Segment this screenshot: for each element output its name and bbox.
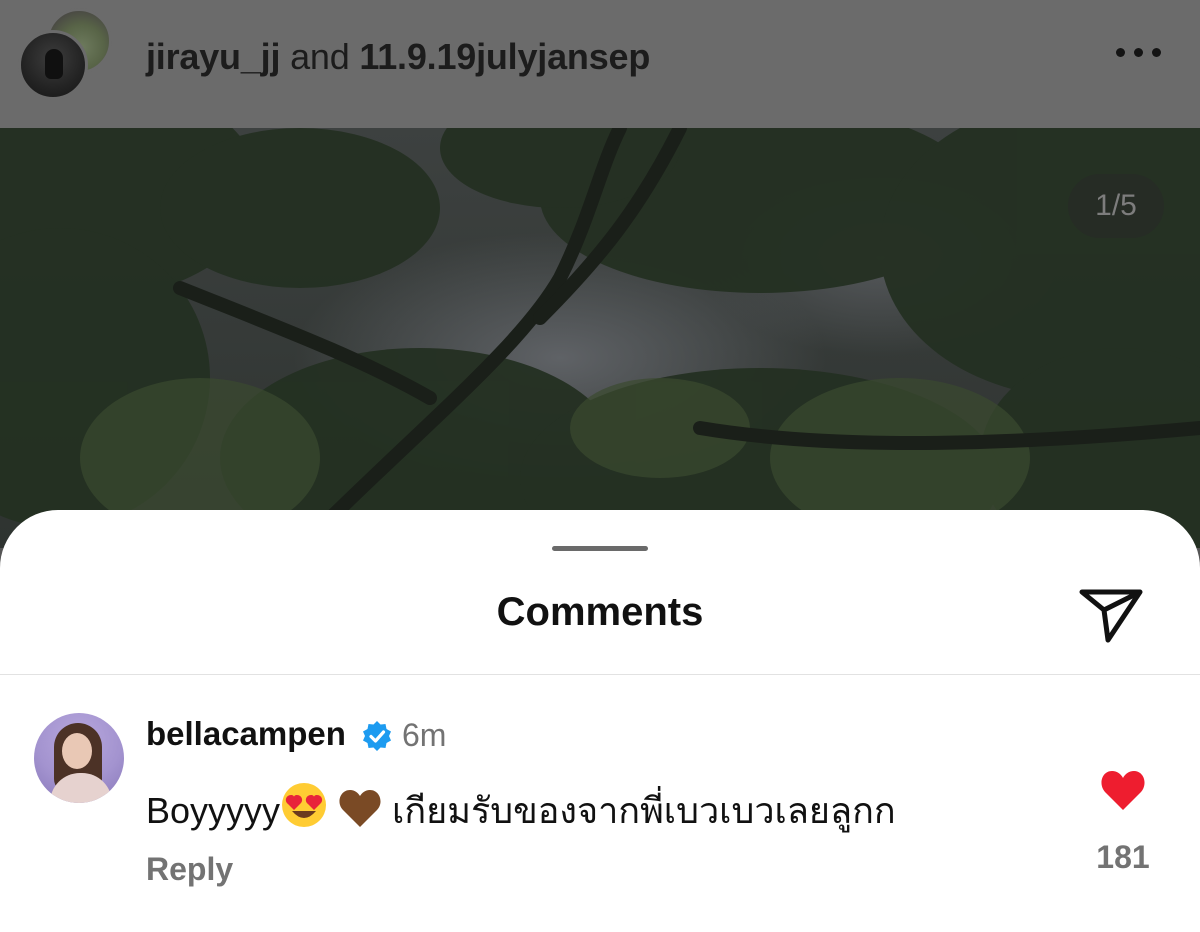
comment-text-prefix: Boyyyyy — [146, 790, 281, 831]
comment-item: bellacampen 6m Boyyyyy เกียมรับของจากพี่… — [0, 675, 1200, 932]
commenter-avatar[interactable] — [34, 713, 124, 803]
collaborator-username[interactable]: 11.9.19julyjansep — [359, 36, 650, 77]
comments-sheet: Comments bellacampen 6m Boyyyyy เกียมรับ… — [0, 510, 1200, 932]
carousel-page-counter: 1/5 — [1068, 174, 1164, 238]
sheet-drag-handle[interactable] — [552, 546, 648, 551]
brown-heart-emoji-icon — [338, 787, 382, 838]
post-photo[interactable]: 1/5 — [0, 128, 1200, 548]
author-avatar[interactable] — [18, 30, 88, 100]
like-heart-icon[interactable] — [1100, 769, 1146, 811]
paper-plane-icon[interactable] — [1078, 586, 1144, 644]
tree-canopy-image — [0, 128, 1200, 548]
author-connector: and — [280, 36, 360, 77]
more-horizontal-icon[interactable] — [1116, 46, 1162, 60]
comment-text: Boyyyyy เกียมรับของจากพี่เบวเบวเลยลูกก — [146, 781, 896, 839]
like-count: 181 — [1096, 839, 1150, 875]
collab-avatars[interactable] — [18, 8, 114, 104]
verified-badge-icon — [363, 721, 391, 751]
comment-timestamp: 6m — [402, 717, 447, 753]
heart-eyes-emoji-icon — [280, 781, 328, 838]
comment-author[interactable]: bellacampen — [146, 715, 346, 753]
sheet-title: Comments — [496, 590, 704, 634]
post-author-line: jirayu_jj and 11.9.19julyjansep — [146, 36, 650, 78]
post-header: jirayu_jj and 11.9.19julyjansep — [0, 0, 1200, 128]
author-username[interactable]: jirayu_jj — [146, 36, 280, 77]
comment-text-suffix: เกียมรับของจากพี่เบวเบวเลยลูกก — [382, 790, 896, 831]
reply-button[interactable]: Reply — [146, 851, 233, 888]
